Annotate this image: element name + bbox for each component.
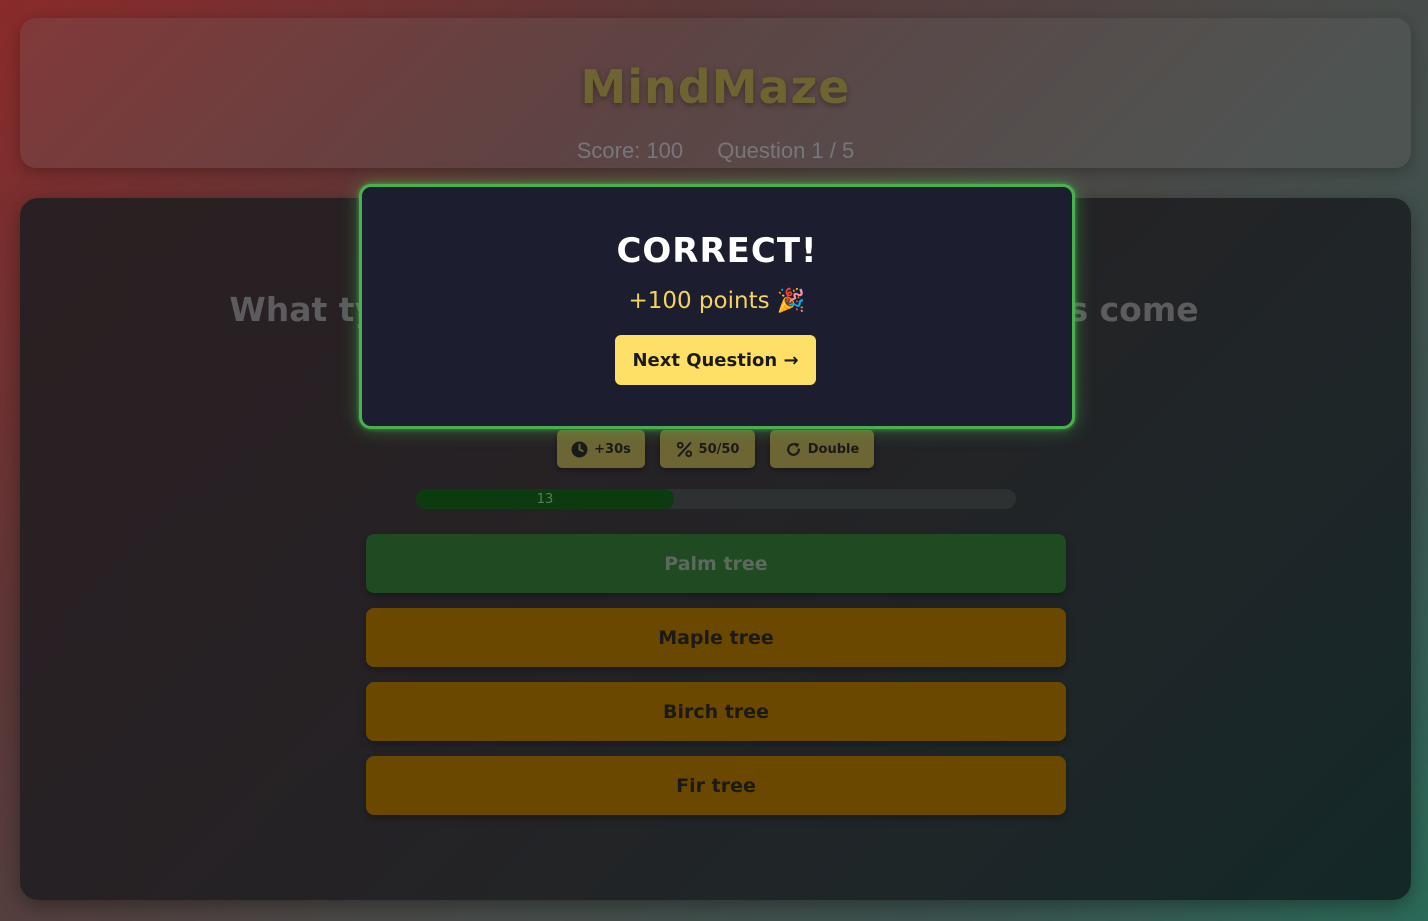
answer-list: Palm tree Maple tree Birch tree Fir tree xyxy=(366,534,1066,830)
result-title: CORRECT! xyxy=(616,231,818,271)
powerups-bar: +30s 50/50 Double xyxy=(557,430,874,468)
stats-bar: Score: 100 Question 1 / 5 xyxy=(20,138,1411,164)
answer-label: Birch tree xyxy=(663,700,769,723)
timer-value: 13 xyxy=(536,492,554,507)
answer-label: Fir tree xyxy=(676,774,756,797)
next-question-button[interactable]: Next Question → xyxy=(615,335,816,385)
result-modal: CORRECT! +100 points 🎉 Next Question → xyxy=(359,184,1075,429)
answer-option[interactable]: Fir tree xyxy=(366,756,1066,815)
app-logo: MindMaze xyxy=(580,60,851,114)
answer-label: Maple tree xyxy=(658,626,774,649)
answer-label: Palm tree xyxy=(664,552,768,575)
percent-icon xyxy=(676,441,692,457)
timer-bar: 13 xyxy=(416,489,1016,509)
app-header: MindMaze Score: 100 Question 1 / 5 xyxy=(20,18,1411,168)
powerup-label: 50/50 xyxy=(698,441,740,457)
answer-option[interactable]: Birch tree xyxy=(366,682,1066,741)
score-text: Score: 100 xyxy=(576,138,684,163)
powerup-double-button[interactable]: Double xyxy=(770,430,874,468)
question-progress: Question 1 / 5 xyxy=(717,138,855,163)
rotate-icon xyxy=(786,442,800,456)
answer-option-correct[interactable]: Palm tree xyxy=(366,534,1066,593)
powerup-extra-time-button[interactable]: +30s xyxy=(557,430,645,468)
powerup-label: Double xyxy=(807,441,860,457)
answer-option[interactable]: Maple tree xyxy=(366,608,1066,667)
points-earned: +100 points 🎉 xyxy=(628,288,806,314)
powerup-label: +30s xyxy=(594,441,631,457)
clock-icon xyxy=(571,441,588,457)
powerup-fifty-fifty-button[interactable]: 50/50 xyxy=(660,430,755,468)
